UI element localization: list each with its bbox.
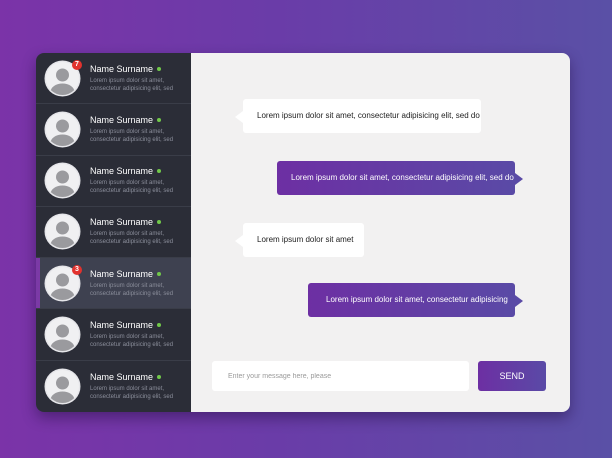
contact-name: Name Surname — [90, 371, 154, 382]
avatar: 3 — [46, 264, 82, 300]
user-icon — [46, 164, 79, 198]
incoming-message: Lorem ipsum dolor sit amet — [235, 223, 364, 257]
contact-name: Name Surname — [90, 63, 154, 74]
message-preview: Lorem ipsum dolor sit amet, consectetur … — [90, 128, 174, 143]
contact-list: 7 Name Surname Lorem ipsum dolor sit ame… — [36, 53, 191, 412]
outgoing-message: Lorem ipsum dolor sit amet, consectetur … — [308, 283, 523, 317]
incoming-message: Lorem ipsum dolor sit amet, consectetur … — [235, 99, 481, 133]
conversation-panel: Lorem ipsum dolor sit amet, consectetur … — [191, 53, 570, 412]
avatar — [46, 112, 79, 146]
unread-badge: 7 — [72, 59, 82, 70]
message-preview: Lorem ipsum dolor sit amet, consectetur … — [90, 231, 174, 246]
avatar — [46, 369, 79, 403]
message-preview: Lorem ipsum dolor sit amet, consectetur … — [90, 282, 174, 297]
contact-name: Name Surname — [90, 268, 154, 279]
online-status-icon — [157, 271, 162, 276]
contact-name: Name Surname — [90, 217, 154, 228]
contact-item-active[interactable]: 3 Name Surname Lorem ipsum dolor sit ame… — [36, 258, 191, 310]
online-status-icon — [157, 66, 162, 71]
avatar — [46, 164, 79, 198]
user-icon — [46, 112, 79, 146]
send-button[interactable]: SEND — [478, 361, 546, 391]
user-icon — [46, 369, 79, 403]
online-status-icon — [157, 323, 162, 328]
contact-name: Name Surname — [90, 166, 154, 177]
message-input[interactable] — [212, 361, 469, 391]
contact-item[interactable]: Name Surname Lorem ipsum dolor sit amet,… — [36, 361, 191, 412]
message-preview: Lorem ipsum dolor sit amet, consectetur … — [90, 77, 174, 92]
contact-item[interactable]: 7 Name Surname Lorem ipsum dolor sit ame… — [36, 53, 191, 105]
online-status-icon — [157, 374, 162, 379]
contact-name: Name Surname — [90, 114, 154, 125]
message-preview: Lorem ipsum dolor sit amet, consectetur … — [90, 180, 174, 195]
outgoing-message: Lorem ipsum dolor sit amet, consectetur … — [277, 161, 523, 195]
message-preview: Lorem ipsum dolor sit amet, consectetur … — [90, 385, 174, 400]
contact-item[interactable]: Name Surname Lorem ipsum dolor sit amet,… — [36, 207, 191, 259]
online-status-icon — [157, 220, 162, 225]
contact-item[interactable]: Name Surname Lorem ipsum dolor sit amet,… — [36, 156, 191, 207]
avatar — [46, 318, 79, 352]
avatar: 7 — [46, 59, 82, 95]
chat-window: 7 Name Surname Lorem ipsum dolor sit ame… — [36, 53, 570, 412]
avatar — [46, 215, 79, 249]
user-icon — [46, 215, 79, 249]
contact-item[interactable]: Name Surname Lorem ipsum dolor sit amet,… — [36, 309, 191, 361]
contact-name: Name Surname — [90, 320, 154, 331]
user-icon — [46, 318, 79, 352]
online-status-icon — [157, 169, 162, 174]
online-status-icon — [157, 117, 162, 122]
unread-badge: 3 — [72, 264, 82, 275]
message-preview: Lorem ipsum dolor sit amet, consectetur … — [90, 334, 174, 349]
contact-item[interactable]: Name Surname Lorem ipsum dolor sit amet,… — [36, 104, 191, 156]
